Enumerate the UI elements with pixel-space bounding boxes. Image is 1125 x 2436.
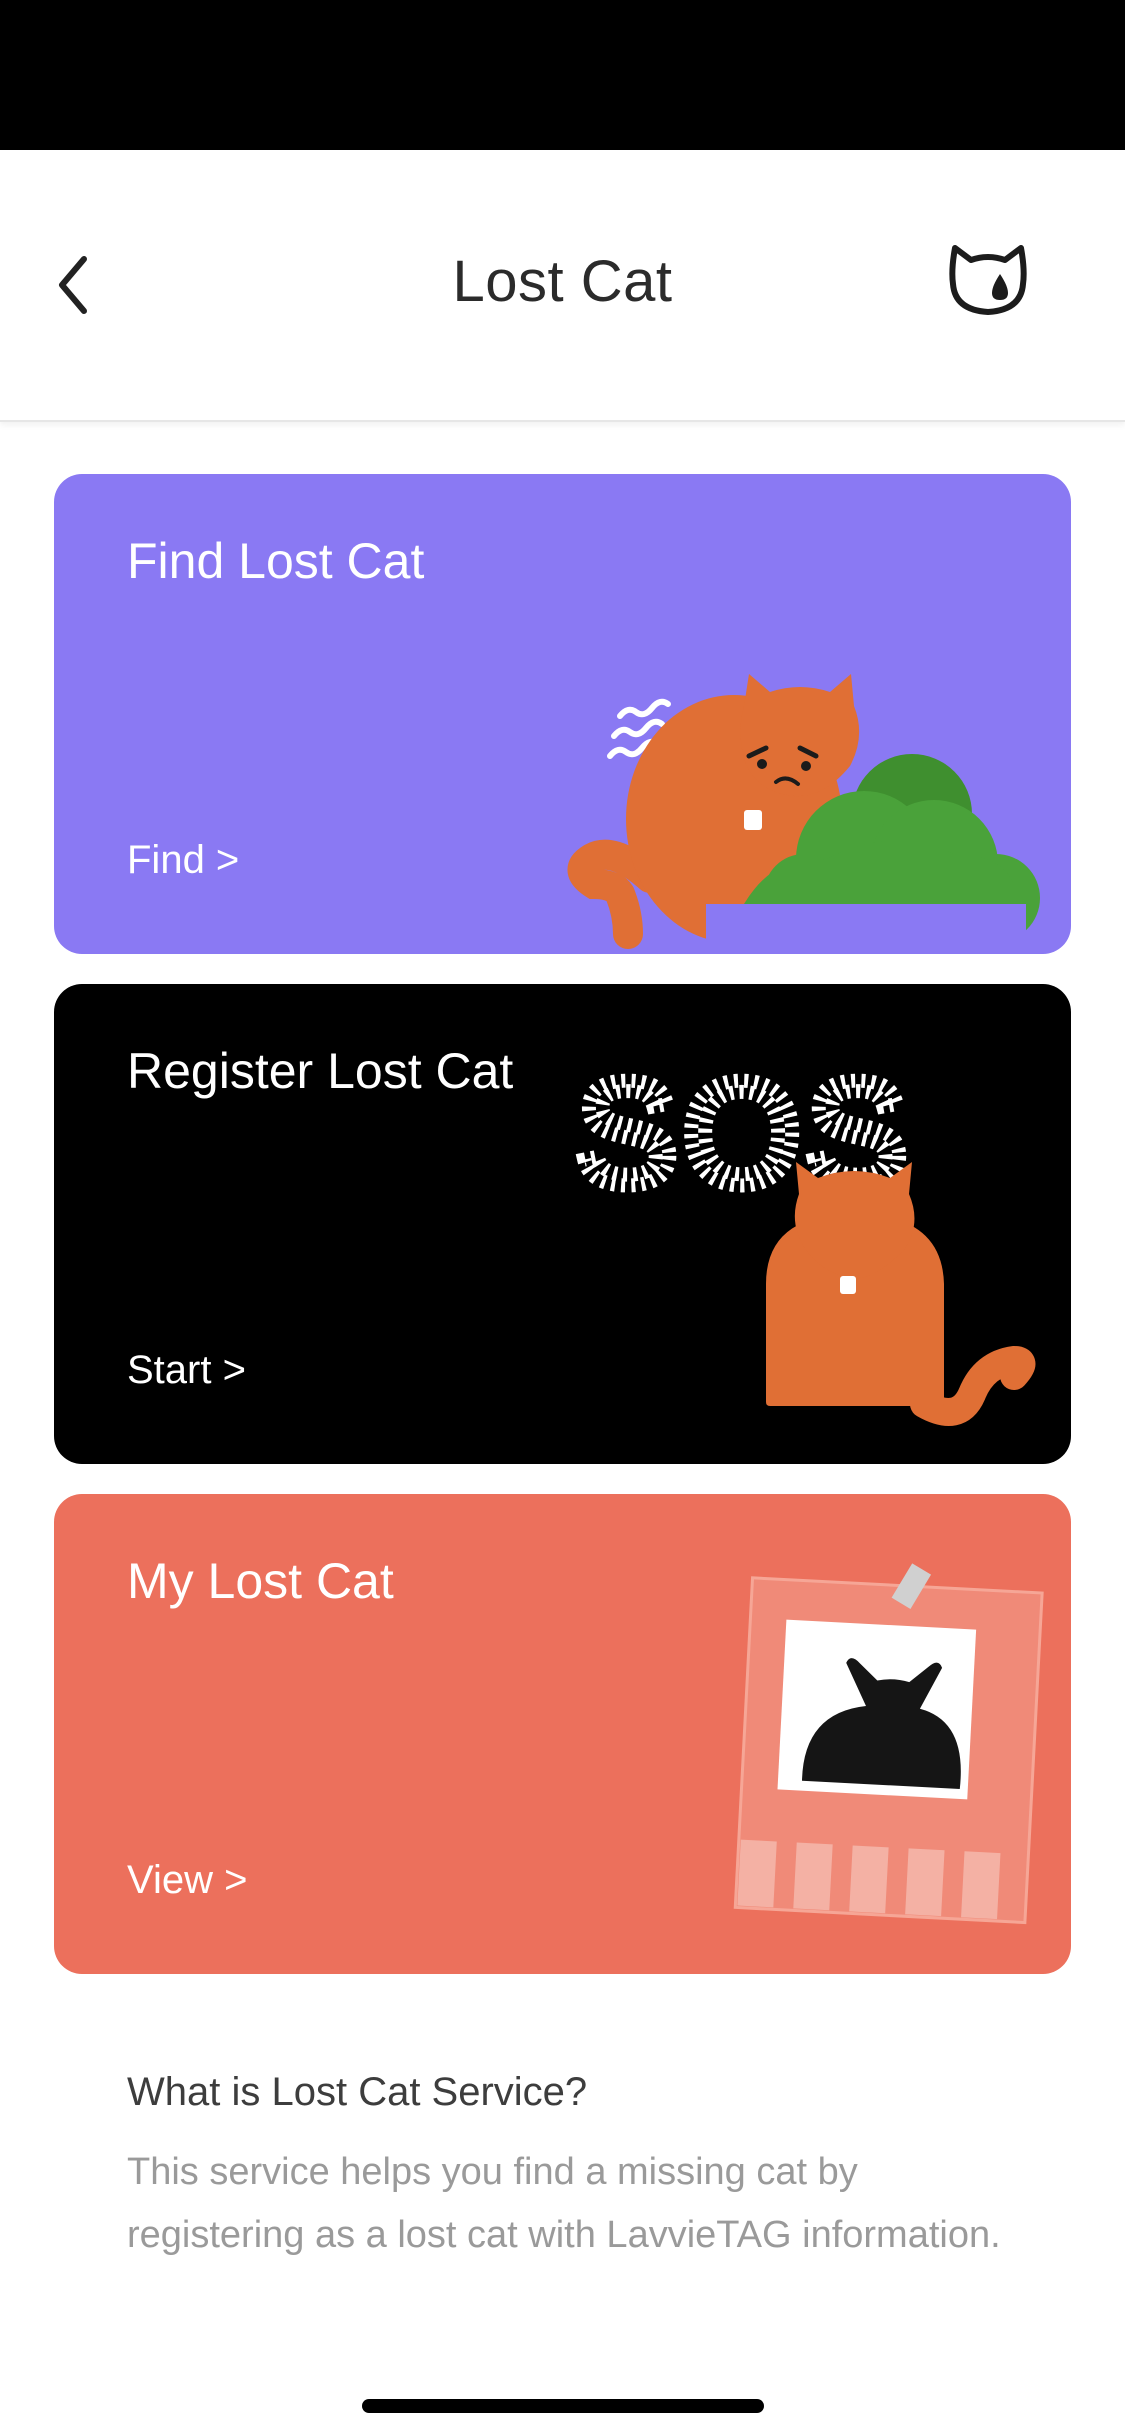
- service-info-title: What is Lost Cat Service?: [127, 2070, 588, 2114]
- start-link[interactable]: Start >: [127, 1348, 246, 1393]
- view-link[interactable]: View >: [127, 1858, 247, 1903]
- cat-face-teardrop-icon: [949, 245, 1027, 315]
- sos-text: SOS: [577, 1051, 914, 1216]
- home-indicator: [362, 2399, 764, 2413]
- cat-profile-button[interactable]: [945, 240, 1031, 320]
- find-link[interactable]: Find >: [127, 838, 239, 883]
- service-info-description: This service helps you find a missing ca…: [127, 2151, 1001, 2256]
- find-lost-cat-card[interactable]: Find Lost Cat Find >: [54, 474, 1071, 954]
- navigation-bar: Lost Cat: [0, 150, 1125, 422]
- card-title: Register Lost Cat: [127, 1043, 514, 1099]
- card-title: Find Lost Cat: [127, 533, 425, 589]
- status-bar: [0, 0, 1125, 150]
- register-lost-cat-card[interactable]: Register Lost Cat Start > SOS: [54, 984, 1071, 1464]
- service-info-section: What is Lost Cat Service? This service h…: [127, 2070, 1027, 2267]
- my-lost-cat-card[interactable]: My Lost Cat View >: [54, 1494, 1071, 1974]
- card-title: My Lost Cat: [127, 1553, 394, 1609]
